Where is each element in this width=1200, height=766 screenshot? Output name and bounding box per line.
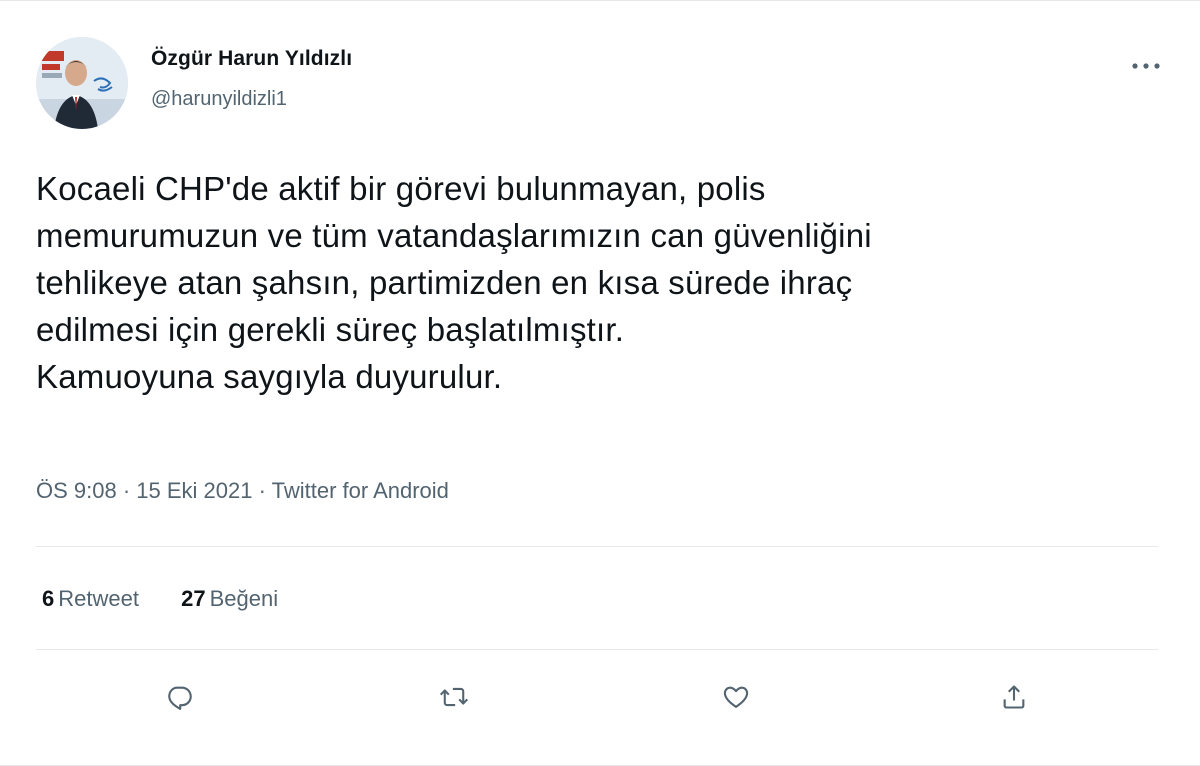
author-names: Özgür Harun Yıldızlı @harunyildizli1 [151, 45, 352, 113]
more-horizontal-icon [1132, 63, 1160, 69]
tweet-timestamp[interactable]: ÖS 9:08 · 15 Eki 2021 · Twitter for Andr… [36, 475, 449, 507]
retweet-count: 6 [42, 586, 55, 611]
avatar-image [36, 37, 128, 129]
like-count: 27 [181, 586, 206, 611]
retweet-count-link[interactable]: 6 Retweet [42, 583, 139, 615]
reply-icon [168, 686, 192, 710]
tweet-header: Özgür Harun Yıldızlı @harunyildizli1 [36, 37, 1166, 133]
divider [36, 546, 1158, 547]
retweet-button[interactable] [430, 673, 478, 721]
tweet-actions [0, 673, 1200, 729]
tweet-text-line: edilmesi için gerekli süreç başlatılmışt… [36, 311, 625, 348]
more-options-button[interactable] [1126, 51, 1166, 81]
tweet-stats: 6 Retweet 27 Beğeni [42, 583, 314, 615]
tweet-card: Özgür Harun Yıldızlı @harunyildizli1 Koc… [0, 0, 1200, 766]
retweet-label: Retweet [58, 586, 139, 611]
author-display-name[interactable]: Özgür Harun Yıldızlı [151, 45, 352, 73]
like-button[interactable] [712, 673, 760, 721]
retweet-icon [439, 687, 469, 707]
author-handle[interactable]: @harunyildizli1 [151, 85, 352, 113]
tweet-text-line: Kocaeli CHP'de aktif bir görevi bulunmay… [36, 170, 766, 207]
reply-button[interactable] [156, 673, 204, 721]
share-icon [1003, 685, 1025, 709]
divider [36, 649, 1158, 650]
heart-icon [723, 686, 749, 708]
tweet-text-line: Kamuoyuna saygıyla duyurulur. [36, 358, 503, 395]
tweet-text: Kocaeli CHP'de aktif bir görevi bulunmay… [36, 165, 1166, 400]
share-button[interactable] [990, 673, 1038, 721]
tweet-text-line: tehlikeye atan şahsın, partimizden en kı… [36, 264, 853, 301]
avatar[interactable] [36, 37, 128, 129]
like-count-link[interactable]: 27 Beğeni [181, 583, 278, 615]
like-label: Beğeni [209, 586, 279, 611]
tweet-text-line: memurumuzun ve tüm vatandaşlarımızın can… [36, 217, 872, 254]
